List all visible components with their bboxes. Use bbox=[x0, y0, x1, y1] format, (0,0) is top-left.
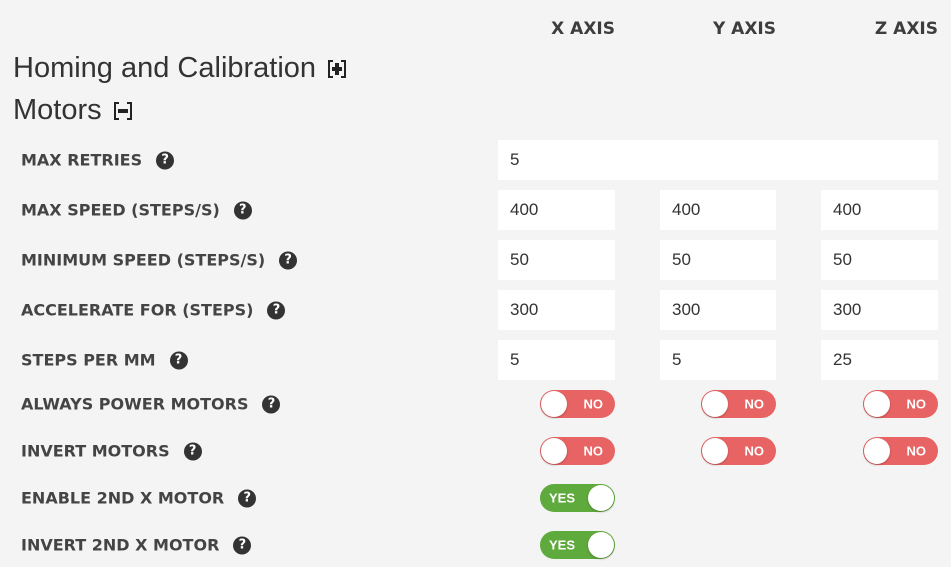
max-speed-y-input[interactable]: 400 bbox=[660, 190, 776, 230]
accelerate-z-input[interactable]: 300 bbox=[821, 290, 938, 330]
min-speed-y-input[interactable]: 50 bbox=[660, 240, 776, 280]
max-speed-row: MAX SPEED (STEPS/S) ? 400 400 400 bbox=[0, 190, 951, 230]
invert-2nd-x-label: INVERT 2ND X MOTOR bbox=[21, 535, 220, 555]
steps-per-mm-row: STEPS PER MM ? 5 5 25 bbox=[0, 340, 951, 380]
question-circle-icon[interactable]: ? bbox=[279, 251, 298, 269]
always-power-x-toggle[interactable]: NO bbox=[540, 390, 615, 418]
min-speed-z-input[interactable]: 50 bbox=[821, 240, 938, 280]
min-speed-label: MINIMUM SPEED (STEPS/S) bbox=[21, 250, 266, 270]
toggle-state-text: YES bbox=[549, 537, 576, 553]
always-power-label: ALWAYS POWER MOTORS bbox=[21, 394, 249, 414]
toggle-state-text: NO bbox=[744, 396, 765, 412]
x-axis-header: X AXIS bbox=[551, 19, 615, 39]
max-retries-label: MAX RETRIES bbox=[21, 150, 143, 170]
collapse-minus-icon[interactable] bbox=[113, 101, 132, 120]
question-circle-icon[interactable]: ? bbox=[233, 536, 252, 554]
toggle-state-text: NO bbox=[906, 396, 927, 412]
accelerate-row: ACCELERATE FOR (STEPS) ? 300 300 300 bbox=[0, 290, 951, 330]
question-circle-icon[interactable]: ? bbox=[183, 442, 202, 460]
question-circle-icon[interactable]: ? bbox=[267, 301, 286, 319]
always-power-z-toggle[interactable]: NO bbox=[863, 390, 938, 418]
motors-section-title: Motors bbox=[13, 94, 102, 126]
max-speed-label: MAX SPEED (STEPS/S) bbox=[21, 200, 220, 220]
max-retries-row: MAX RETRIES ? 5 bbox=[0, 140, 951, 180]
max-speed-x-input[interactable]: 400 bbox=[498, 190, 615, 230]
min-speed-x-input[interactable]: 50 bbox=[498, 240, 615, 280]
invert-motors-x-toggle[interactable]: NO bbox=[540, 437, 615, 465]
steps-per-mm-x-input[interactable]: 5 bbox=[498, 340, 615, 380]
accelerate-label: ACCELERATE FOR (STEPS) bbox=[21, 300, 254, 320]
question-circle-icon[interactable]: ? bbox=[169, 351, 188, 369]
steps-per-mm-label: STEPS PER MM bbox=[21, 350, 156, 370]
max-retries-input[interactable]: 5 bbox=[498, 140, 938, 180]
accelerate-x-input[interactable]: 300 bbox=[498, 290, 615, 330]
toggle-state-text: YES bbox=[549, 490, 576, 506]
question-circle-icon[interactable]: ? bbox=[262, 395, 281, 413]
toggle-state-text: NO bbox=[744, 443, 765, 459]
always-power-row: ALWAYS POWER MOTORS ? NO NO NO bbox=[0, 384, 951, 424]
invert-2nd-x-toggle[interactable]: YES bbox=[540, 531, 615, 559]
question-circle-icon[interactable]: ? bbox=[238, 489, 257, 507]
max-speed-z-input[interactable]: 400 bbox=[821, 190, 938, 230]
enable-2nd-x-row: ENABLE 2ND X MOTOR ? YES bbox=[0, 478, 951, 518]
invert-motors-z-toggle[interactable]: NO bbox=[863, 437, 938, 465]
invert-2nd-x-row: INVERT 2ND X MOTOR ? YES bbox=[0, 525, 951, 565]
question-circle-icon[interactable]: ? bbox=[156, 151, 175, 169]
y-axis-header: Y AXIS bbox=[712, 19, 776, 39]
enable-2nd-x-label: ENABLE 2ND X MOTOR bbox=[21, 488, 225, 508]
steps-per-mm-z-input[interactable]: 25 bbox=[821, 340, 938, 380]
invert-motors-label: INVERT MOTORS bbox=[21, 441, 170, 461]
toggle-state-text: NO bbox=[583, 396, 604, 412]
invert-motors-y-toggle[interactable]: NO bbox=[701, 437, 776, 465]
toggle-state-text: NO bbox=[583, 443, 604, 459]
accelerate-y-input[interactable]: 300 bbox=[660, 290, 776, 330]
question-circle-icon[interactable]: ? bbox=[233, 201, 252, 219]
always-power-y-toggle[interactable]: NO bbox=[701, 390, 776, 418]
min-speed-row: MINIMUM SPEED (STEPS/S) ? 50 50 50 bbox=[0, 240, 951, 280]
z-axis-header: Z AXIS bbox=[874, 19, 938, 39]
homing-section-title: Homing and Calibration bbox=[13, 52, 317, 84]
invert-motors-row: INVERT MOTORS ? NO NO NO bbox=[0, 431, 951, 471]
homing-section-header[interactable]: Homing and Calibration bbox=[13, 52, 347, 85]
motors-section-header[interactable]: Motors bbox=[13, 94, 132, 127]
toggle-state-text: NO bbox=[906, 443, 927, 459]
steps-per-mm-y-input[interactable]: 5 bbox=[660, 340, 776, 380]
enable-2nd-x-toggle[interactable]: YES bbox=[540, 484, 615, 512]
expand-plus-icon[interactable] bbox=[328, 59, 347, 78]
